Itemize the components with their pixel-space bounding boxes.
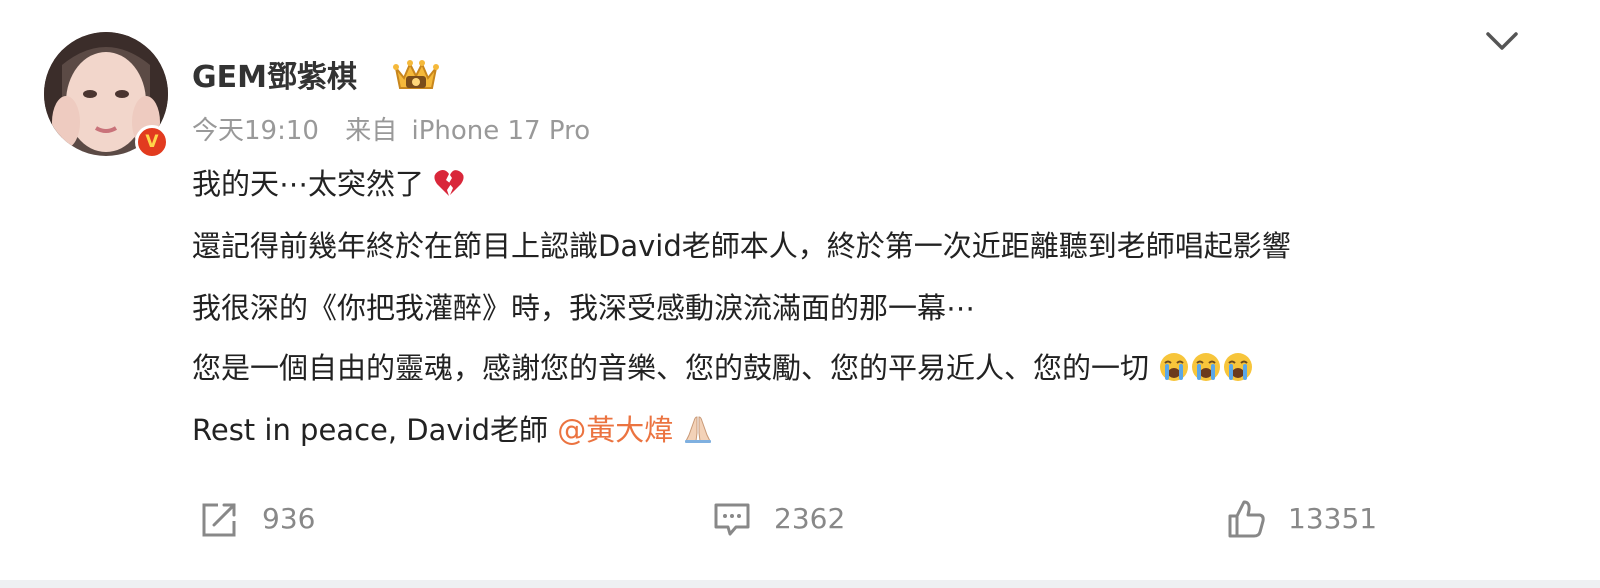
post-text-line-4: 您是一個自由的靈魂，感謝您的音樂、您的鼓勵、您的平易近人、您的一切 [192,348,1254,388]
post-time[interactable]: 今天19:10 [192,116,319,146]
verified-badge-label: V [145,131,159,152]
comment-count: 2362 [774,502,846,535]
source-device[interactable]: iPhone 17 Pro [411,116,590,146]
post-text-line-1: 我的天⋯太突然了 [192,164,465,204]
share-out-icon [202,503,236,537]
source-prefix: 来自 [345,116,398,146]
post-text-line-2: 還記得前幾年終於在節目上認識David老師本人，終於第一次近距離聽到老師唱起影響 [192,229,1291,263]
loudly-crying-face-icon [1192,353,1221,381]
post-text-line-5: Rest in peace, David老師 @黃大煒 [192,410,714,450]
comment-bubble-icon [714,503,750,536]
post-text-4: 您是一個自由的靈魂，感謝您的音樂、您的鼓勵、您的平易近人、您的一切 [192,351,1150,385]
chevron-down-icon[interactable] [1484,26,1520,56]
thumb-up-icon [1228,500,1265,538]
author-name[interactable]: GEM鄧紫棋 [192,58,357,98]
comment-button[interactable]: 2362 [712,494,845,544]
post-text-line-3: 我很深的《你把我灌醉》時，我深受感動淚流滿面的那一幕⋯ [192,291,976,325]
card-divider [0,580,1600,588]
post-text-5: Rest in peace, David老師 [192,413,558,447]
mention-link[interactable]: @黃大煒 [557,413,673,447]
broken-heart-icon [434,170,464,196]
folded-hands-icon [685,416,712,443]
repost-count: 936 [262,502,316,535]
loudly-crying-face-icon [1224,353,1253,381]
verified-badge: V [135,125,169,159]
weibo-post-card: V GEM鄧紫棋 今天19:10 来自 iPhone 17 Pro 我的天⋯太突… [0,0,1600,580]
post-meta: 今天19:10 来自 iPhone 17 Pro [192,114,590,148]
like-button[interactable]: 13351 [1226,494,1377,544]
crown-icon [393,60,439,89]
repost-button[interactable]: 936 [200,494,315,544]
loudly-crying-face-icon [1160,353,1189,381]
like-count: 13351 [1288,502,1378,535]
post-text-1: 我的天⋯太突然了 [192,167,425,201]
